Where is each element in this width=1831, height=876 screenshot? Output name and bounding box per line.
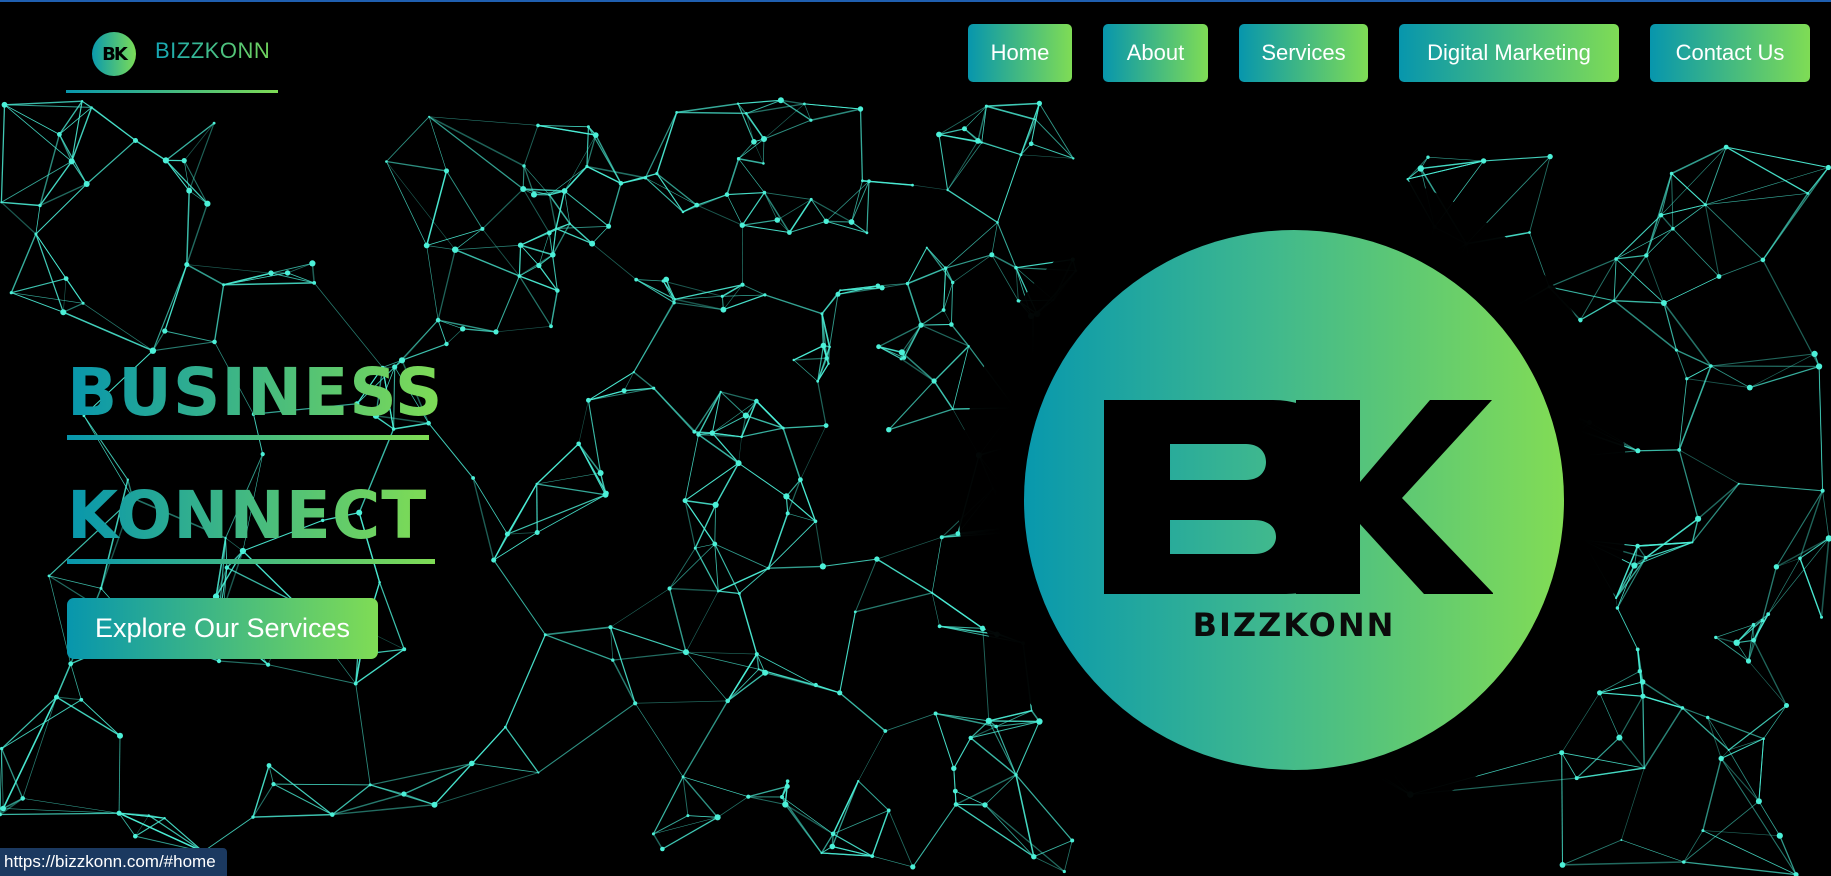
logo-wordmark: BIZZKONN [1192, 606, 1396, 644]
brand-logo-icon: BK [92, 32, 136, 76]
page: BK BIZZKONN Home About Services Digital … [0, 0, 1831, 876]
hero-title-line1: BUSINESS [67, 354, 444, 431]
brand-logo-text: BK [102, 43, 128, 65]
brand-link[interactable]: BK BIZZKONN [66, 22, 278, 93]
hero-title-line2: KONNECT [67, 477, 428, 554]
bk-monogram-icon [1104, 400, 1493, 594]
nav-digital-marketing-button[interactable]: Digital Marketing [1399, 24, 1619, 82]
hero-title-line1-underline [67, 435, 429, 440]
status-bar-url: https://bizzkonn.com/#home [0, 848, 227, 876]
nav-about-button[interactable]: About [1103, 24, 1208, 82]
nav-home-button[interactable]: Home [968, 24, 1072, 82]
hero-title-line2-underline [67, 559, 435, 564]
explore-services-button[interactable]: Explore Our Services [67, 598, 378, 659]
nav-contact-button[interactable]: Contact Us [1650, 24, 1810, 82]
nav-services-button[interactable]: Services [1239, 24, 1368, 82]
brand-name: BIZZKONN [155, 38, 271, 63]
